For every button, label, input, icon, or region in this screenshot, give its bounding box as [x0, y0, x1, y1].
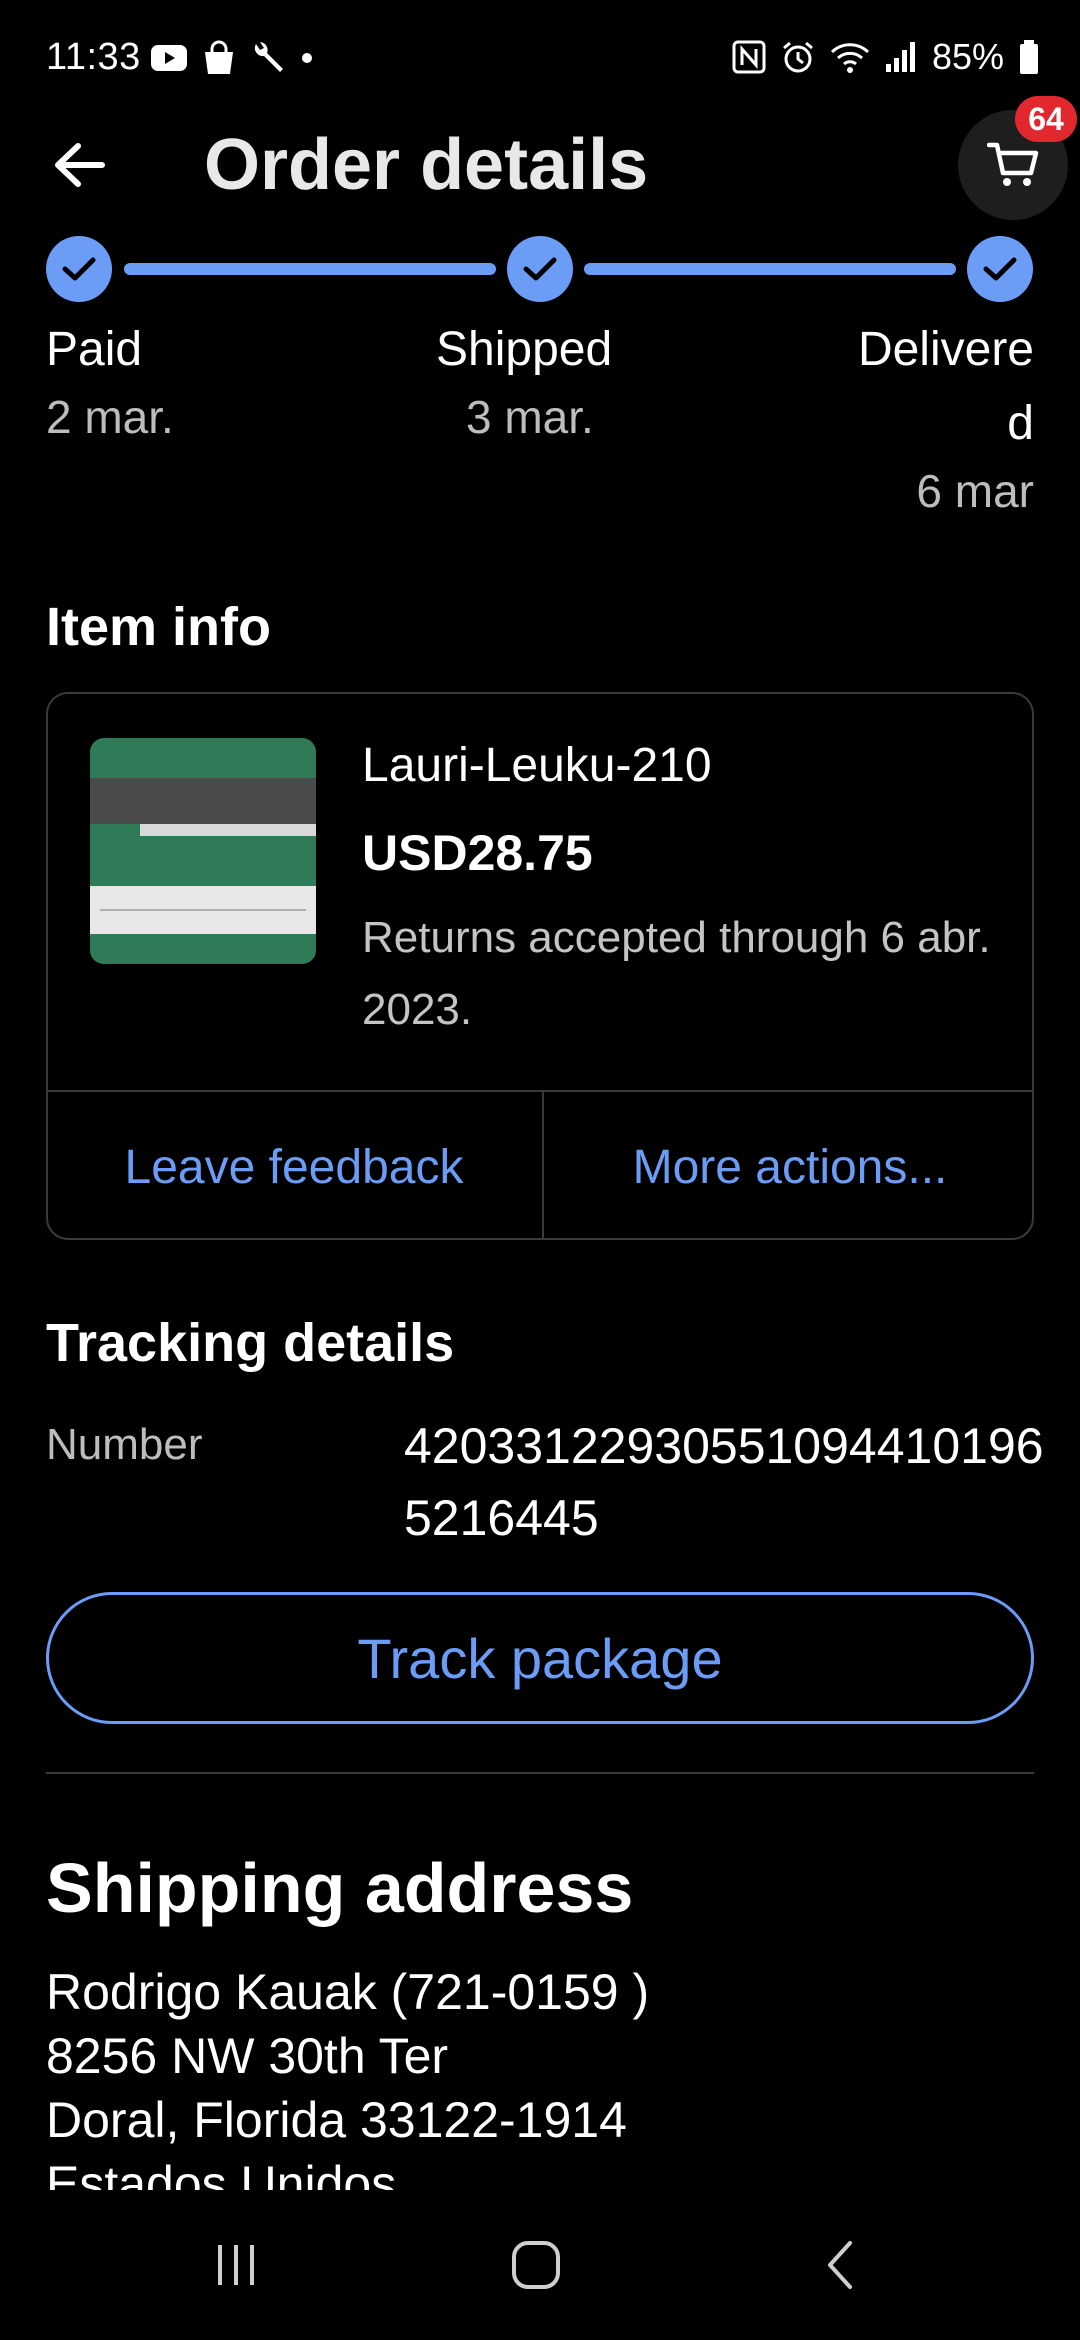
alarm-icon [782, 41, 813, 73]
battery-percent: 85% [931, 36, 1004, 77]
progress-line-2 [584, 263, 956, 275]
order-progress-tracker: Paid 2 mar. Shipped 3 mar. Delivere d 6 … [0, 236, 1080, 536]
tracking-number-value[interactable]: 420331229305510944101965216445 [404, 1410, 1044, 1554]
check-icon [983, 257, 1017, 281]
more-actions-button[interactable]: More actions... [544, 1092, 1032, 1238]
step-delivered-label-wrap: d [1007, 397, 1034, 450]
check-icon [523, 257, 557, 281]
chevron-left-icon [828, 2241, 852, 2289]
nfc-icon [732, 40, 766, 74]
leave-feedback-button[interactable]: Leave feedback [48, 1092, 540, 1238]
status-time: 11:33 [46, 36, 141, 78]
system-nav-bar [0, 2190, 1080, 2340]
item-title[interactable]: Lauri-Leuku-210 [362, 738, 712, 793]
page-title: Order details [204, 125, 649, 205]
address-street-line: 8256 NW 30th Ter [46, 2028, 449, 2084]
step-paid-dot [46, 236, 112, 302]
item-returns-policy: Returns accepted through 6 abr. 2023. [362, 913, 991, 1034]
recents-icon [218, 2245, 254, 2285]
step-paid-label: Paid [46, 323, 143, 376]
address-city-line: Doral, Florida 33122-1914 [46, 2092, 627, 2148]
tracking-details-title: Tracking details [46, 1313, 455, 1373]
step-delivered-label: Delivere [857, 323, 1034, 376]
item-photo-image [90, 738, 316, 964]
item-price: USD28.75 [362, 825, 593, 881]
shipping-address-title: Shipping address [46, 1849, 634, 1927]
cart-icon [987, 142, 1039, 186]
back-nav-button[interactable] [780, 2220, 900, 2310]
section-divider [46, 1772, 1034, 1774]
order-details-screen: 11:33 85% Order details 64 Paid 2 mar. S… [0, 0, 1080, 2340]
wrench-icon [254, 42, 283, 72]
shipping-address: Rodrigo Kauak (721-0159 ) 8256 NW 30th T… [46, 1960, 1034, 2196]
item-info-title: Item info [46, 597, 271, 657]
arrow-left-icon [55, 143, 105, 187]
item-thumbnail[interactable] [90, 738, 316, 964]
address-name-line: Rodrigo Kauak (721-0159 ) [46, 1964, 650, 2020]
signal-icon [885, 42, 915, 72]
step-delivered-dot [967, 236, 1033, 302]
step-paid-date: 2 mar. [46, 391, 174, 443]
status-system-icons: 85% [732, 36, 1040, 78]
status-bar: 11:33 85% [0, 0, 1080, 120]
shopping-bag-icon [205, 40, 233, 74]
status-notification-icons [150, 40, 314, 76]
cart-count-badge: 64 [1015, 96, 1077, 142]
dot-icon [302, 53, 312, 63]
back-button[interactable] [44, 130, 114, 200]
tracking-number-label: Number [46, 1420, 203, 1469]
check-icon [62, 257, 96, 281]
track-package-button[interactable]: Track package [46, 1592, 1034, 1724]
step-shipped-dot [507, 236, 573, 302]
battery-icon [1020, 40, 1038, 74]
home-icon [512, 2241, 560, 2289]
step-shipped-label: Shipped [436, 323, 613, 376]
item-card: Lauri-Leuku-210 USD28.75 Returns accepte… [46, 692, 1034, 1240]
recents-button[interactable] [176, 2220, 296, 2310]
step-shipped-date: 3 mar. [466, 391, 594, 443]
app-header: Order details [0, 110, 1080, 220]
step-delivered-date: 6 mar [916, 465, 1034, 517]
wifi-icon [830, 43, 869, 73]
home-button[interactable] [476, 2220, 596, 2310]
youtube-icon [151, 45, 187, 71]
progress-line-1 [124, 263, 496, 275]
